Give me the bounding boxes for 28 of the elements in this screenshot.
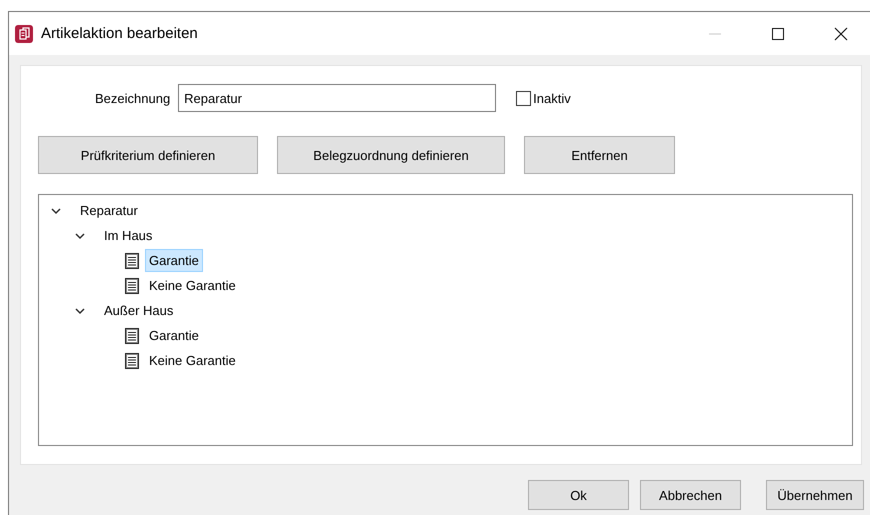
checkbox-label: Inaktiv (533, 90, 571, 106)
dialog-button[interactable]: Ok (528, 480, 629, 510)
checkbox[interactable] (516, 90, 532, 106)
app-icon (15, 24, 33, 42)
tree-item[interactable]: Keine Garantie (145, 349, 240, 372)
dialog-button[interactable]: Abbrechen (640, 480, 741, 510)
chevron-icon[interactable] (75, 230, 85, 240)
document-icon (125, 352, 139, 368)
document-icon (125, 278, 139, 294)
tree-item[interactable]: Garantie (145, 324, 203, 347)
field-label: Bezeichnung (95, 90, 170, 106)
action-button[interactable]: Entfernen (524, 136, 675, 174)
document-icon (125, 252, 139, 268)
action-button[interactable]: Belegzuordnung definieren (277, 136, 505, 174)
window-title: Artikelaktion bearbeiten (41, 25, 198, 42)
tree-item[interactable]: Garantie (145, 249, 203, 272)
close-icon[interactable] (834, 26, 848, 40)
tree-item[interactable]: Im Haus (100, 224, 156, 247)
chevron-icon[interactable] (75, 306, 85, 316)
bezeichnung-field[interactable]: Reparatur (178, 84, 496, 112)
dialog-button[interactable]: Übernehmen (766, 480, 864, 510)
document-icon (125, 328, 139, 344)
chevron-icon[interactable] (51, 206, 61, 216)
tree-item[interactable]: Reparatur (76, 199, 142, 222)
tree-item[interactable]: Außer Haus (100, 299, 178, 322)
maximize-icon[interactable] (772, 28, 784, 40)
action-button[interactable]: Prüfkriterium definieren (38, 136, 258, 174)
tree-item[interactable]: Keine Garantie (145, 274, 240, 297)
